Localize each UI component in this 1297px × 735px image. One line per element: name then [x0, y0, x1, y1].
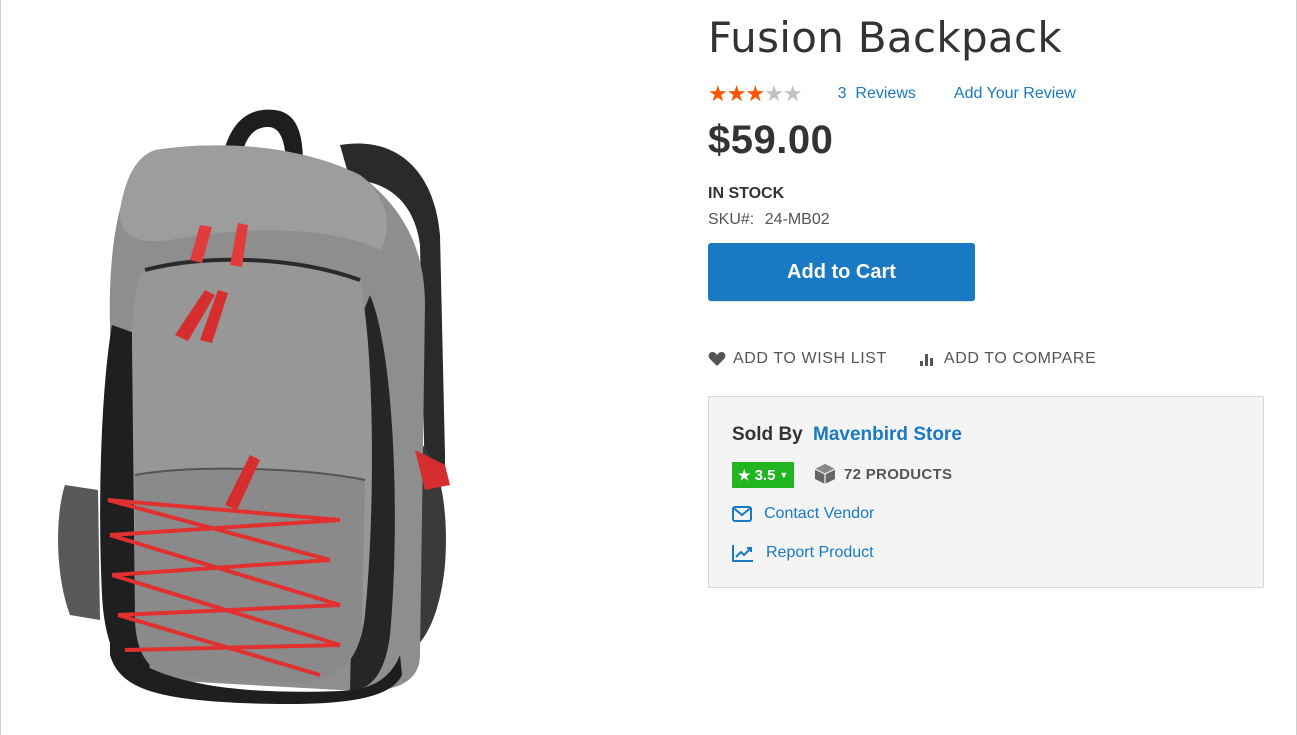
- sold-by: Sold By Mavenbird Store: [732, 424, 962, 446]
- reviews-count: 3: [837, 85, 847, 102]
- vendor-rating-value: 3.5: [754, 466, 776, 484]
- page-left-border: [0, 0, 1, 735]
- envelope-icon: [732, 506, 752, 522]
- star-icon: ★: [738, 466, 751, 483]
- backpack-image: [58, 109, 450, 705]
- add-to-wishlist-link[interactable]: ADD TO WISH LIST: [708, 350, 887, 368]
- contact-vendor-link[interactable]: Contact Vendor: [732, 505, 874, 523]
- vendor-products-count[interactable]: 72 PRODUCTS: [814, 463, 952, 485]
- vendor-products-count-label: 72 PRODUCTS: [844, 465, 953, 483]
- vendor-box: Sold By Mavenbird Store ★ 3.5 ▼ 72 PRODU…: [708, 396, 1264, 588]
- reviews-label: Reviews: [855, 85, 916, 102]
- heart-icon: [708, 352, 726, 366]
- report-product-link[interactable]: Report Product: [732, 544, 874, 562]
- sold-by-label: Sold By: [732, 424, 803, 445]
- vendor-rating-badge[interactable]: ★ 3.5 ▼: [732, 462, 795, 488]
- contact-vendor-label: Contact Vendor: [764, 505, 875, 522]
- vendor-store-link[interactable]: Mavenbird Store: [813, 424, 962, 445]
- reviews-link[interactable]: 3 Reviews: [838, 85, 916, 103]
- add-to-compare-label: ADD TO COMPARE: [943, 350, 1097, 367]
- sku: SKU#: 24-MB02: [708, 211, 830, 229]
- stock-status: IN STOCK: [708, 185, 785, 202]
- box-icon: [814, 464, 836, 484]
- add-to-cart-button[interactable]: Add to Cart: [708, 243, 975, 301]
- rating-row: ★★★★★ ★★★★★ 3 Reviews Add Your Review: [708, 82, 1076, 106]
- product-price: $59.00: [708, 118, 834, 162]
- product-actions: ADD TO WISH LIST ADD TO COMPARE: [708, 350, 1096, 368]
- caret-down-icon: ▼: [779, 470, 789, 480]
- sku-label: SKU#:: [708, 211, 755, 228]
- add-to-wishlist-label: ADD TO WISH LIST: [733, 350, 887, 367]
- add-review-link[interactable]: Add Your Review: [954, 85, 1076, 103]
- rating-stars-filled: ★★★★★: [708, 83, 765, 105]
- sku-value: 24-MB02: [764, 211, 830, 228]
- bar-chart-icon: [919, 354, 933, 366]
- rating-stars: ★★★★★ ★★★★★: [708, 83, 803, 105]
- product-title: Fusion Backpack: [708, 13, 1062, 62]
- product-image[interactable]: [40, 95, 510, 715]
- report-product-label: Report Product: [766, 544, 874, 561]
- add-to-compare-link[interactable]: ADD TO COMPARE: [919, 350, 1096, 368]
- trend-chart-icon: [732, 545, 753, 562]
